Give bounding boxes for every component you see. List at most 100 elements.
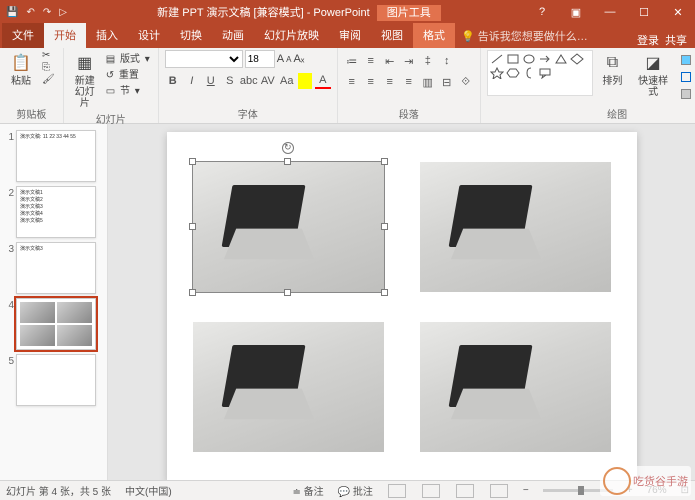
login-button[interactable]: 登录 [637, 32, 659, 48]
comments-toggle[interactable]: 💬 批注 [338, 483, 373, 498]
save-icon[interactable]: 💾 [6, 7, 18, 18]
zoom-out-button[interactable]: − [523, 485, 529, 496]
tab-design[interactable]: 设计 [128, 23, 170, 48]
new-slide-button[interactable]: ▦ 新建 幻灯片 [70, 50, 100, 111]
maximize-icon[interactable]: ☐ [627, 6, 661, 19]
language-indicator[interactable]: 中文(中国) [125, 483, 172, 498]
bold-button[interactable]: B [165, 73, 181, 89]
picture-2[interactable] [420, 162, 611, 292]
picture-4[interactable] [420, 322, 611, 452]
quick-styles-label: 快速样式 [635, 76, 670, 98]
shape-effects-button[interactable]: 形状效果 ▾ [679, 84, 695, 101]
share-button[interactable]: 共享 [665, 32, 687, 48]
quick-styles-button[interactable]: ◪ 快速样式 [631, 50, 674, 100]
picture-1[interactable] [193, 162, 384, 292]
align-left-button[interactable]: ≡ [344, 74, 360, 90]
tell-me-box[interactable]: 💡 告诉我您想要做什么… [455, 24, 594, 48]
rotate-handle[interactable] [282, 142, 294, 154]
numbering-button[interactable]: ≡ [363, 53, 379, 69]
tab-insert[interactable]: 插入 [86, 23, 128, 48]
tab-review[interactable]: 审阅 [329, 23, 371, 48]
sorter-view-button[interactable] [422, 484, 440, 498]
spacing-button[interactable]: AV [260, 73, 276, 89]
tab-slideshow[interactable]: 幻灯片放映 [254, 23, 329, 48]
help-icon[interactable]: ? [525, 6, 559, 19]
resize-handle[interactable] [189, 289, 196, 296]
shadow-button[interactable]: abc [241, 73, 257, 89]
bullets-button[interactable]: ≔ [344, 53, 360, 69]
align-text-button[interactable]: ⊟ [439, 74, 455, 90]
font-name-select[interactable] [165, 50, 243, 68]
slideshow-icon[interactable]: ▷ [59, 7, 67, 18]
resize-handle[interactable] [284, 289, 291, 296]
align-right-button[interactable]: ≡ [382, 74, 398, 90]
notes-toggle[interactable]: ≐ 备注 [293, 483, 324, 498]
shapes-gallery[interactable] [487, 50, 594, 96]
slide-thumb-4[interactable] [16, 298, 96, 350]
shape-fill-button[interactable]: 形状填充 ▾ [679, 50, 695, 67]
picture-3[interactable] [193, 322, 384, 452]
thumb-number: 1 [4, 130, 14, 143]
minimize-icon[interactable]: ― [593, 6, 627, 19]
slide-thumb-3[interactable]: 演示文稿3 [16, 242, 96, 294]
arrange-icon: ⧉ [601, 52, 623, 74]
highlight-button[interactable] [298, 73, 312, 89]
copy-button[interactable]: ⎘ [40, 62, 57, 73]
text-direction-button[interactable]: ↕ [439, 53, 455, 69]
underline-button[interactable]: U [203, 73, 219, 89]
resize-handle[interactable] [381, 223, 388, 230]
ribbon-options-icon[interactable]: ▣ [559, 6, 593, 19]
italic-button[interactable]: I [184, 73, 200, 89]
tab-animations[interactable]: 动画 [212, 23, 254, 48]
reading-view-button[interactable] [456, 484, 474, 498]
tab-view[interactable]: 视图 [371, 23, 413, 48]
tab-file[interactable]: 文件 [2, 23, 44, 48]
tab-format[interactable]: 格式 [413, 23, 455, 48]
cut-button[interactable]: ✂ [40, 50, 57, 61]
layout-button[interactable]: ▤ 版式 ▾ [104, 50, 152, 65]
resize-handle[interactable] [189, 223, 196, 230]
shape-arrow-icon [538, 53, 552, 65]
smartart-button[interactable]: ⟐ [458, 74, 474, 90]
shape-outline-button[interactable]: 形状轮廓 ▾ [679, 67, 695, 84]
decrease-indent-button[interactable]: ⇤ [382, 53, 398, 69]
shrink-font-button[interactable]: A [286, 55, 291, 64]
arrange-button[interactable]: ⧉ 排列 [597, 50, 627, 89]
slide-thumb-5[interactable] [16, 354, 96, 406]
increase-indent-button[interactable]: ⇥ [401, 53, 417, 69]
line-spacing-button[interactable]: ‡ [420, 53, 436, 69]
resize-handle[interactable] [189, 158, 196, 165]
font-size-input[interactable] [245, 50, 275, 68]
justify-button[interactable]: ≡ [401, 74, 417, 90]
slide-thumb-1[interactable]: 演示文稿: 11 22 33 44 55 [16, 130, 96, 182]
thumb-number: 2 [4, 186, 14, 199]
tab-home[interactable]: 开始 [44, 23, 86, 48]
close-icon[interactable]: ✕ [661, 6, 695, 19]
slide-thumb-2[interactable]: 演示文稿1 演示文稿2 演示文稿3 演示文稿4 演示文稿5 [16, 186, 96, 238]
paste-button[interactable]: 📋 粘贴 [6, 50, 36, 89]
tab-transitions[interactable]: 切换 [170, 23, 212, 48]
resize-handle[interactable] [284, 158, 291, 165]
strike-button[interactable]: S [222, 73, 238, 89]
grow-font-button[interactable]: A [277, 53, 284, 65]
clear-format-button[interactable]: Aₓ [293, 53, 304, 65]
slideshow-view-button[interactable] [490, 484, 508, 498]
case-button[interactable]: Aa [279, 73, 295, 89]
workspace: 1 演示文稿: 11 22 33 44 55 2 演示文稿1 演示文稿2 演示文… [0, 124, 695, 480]
normal-view-button[interactable] [388, 484, 406, 498]
align-center-button[interactable]: ≡ [363, 74, 379, 90]
thumb-number: 3 [4, 242, 14, 255]
thumb-number: 4 [4, 298, 14, 311]
resize-handle[interactable] [381, 158, 388, 165]
current-slide[interactable] [167, 132, 637, 480]
resize-handle[interactable] [381, 289, 388, 296]
redo-icon[interactable]: ↷ [43, 7, 51, 18]
undo-icon[interactable]: ↶ [26, 7, 34, 18]
paste-icon: 📋 [10, 52, 32, 74]
format-painter-button[interactable]: 🖌 [40, 74, 57, 85]
picture-image [193, 322, 384, 452]
columns-button[interactable]: ▥ [420, 74, 436, 90]
font-color-button[interactable]: A [315, 73, 331, 89]
reset-button[interactable]: ↺ 重置 [104, 66, 152, 81]
section-button[interactable]: ▭ 节 ▾ [104, 82, 152, 97]
